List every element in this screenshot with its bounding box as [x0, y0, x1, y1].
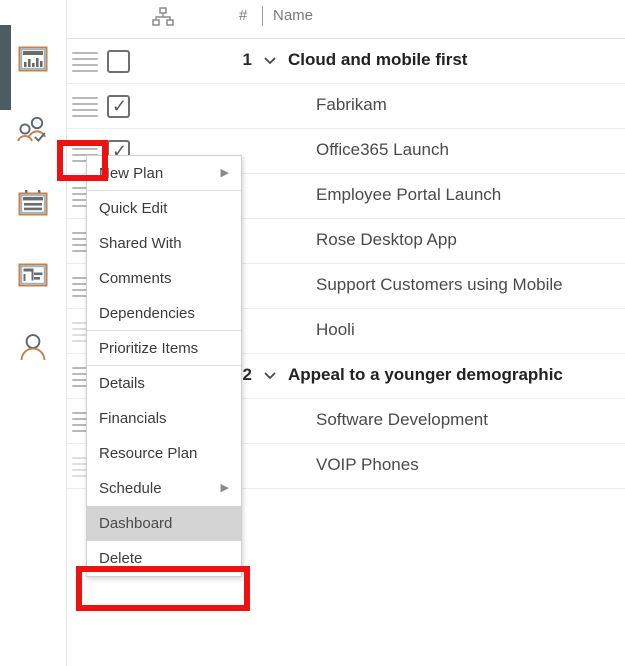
- menu-item-label: Quick Edit: [99, 200, 168, 217]
- row-name: Fabrikam: [316, 95, 387, 114]
- person-icon: [18, 332, 48, 362]
- menu-item-label: Shared With: [99, 235, 182, 252]
- row-checkbox[interactable]: ✓: [107, 95, 130, 118]
- menu-item-label: Delete: [99, 550, 143, 567]
- menu-item-resource-plan[interactable]: Resource Plan: [87, 436, 241, 471]
- menu-item-dashboard[interactable]: Dashboard: [87, 506, 241, 541]
- menu-item-dependencies[interactable]: Dependencies: [87, 296, 241, 331]
- app-rail: [0, 0, 67, 666]
- dashboard-chart-icon: [18, 46, 48, 72]
- sidebar-item-resources[interactable]: [0, 105, 66, 157]
- menu-item-shared-with[interactable]: Shared With: [87, 226, 241, 261]
- row-number: 1: [242, 50, 252, 69]
- chevron-down-icon[interactable]: [262, 52, 278, 73]
- calendar-icon: [18, 189, 48, 217]
- context-menu: New Plan ▶ Quick Edit Shared With Commen…: [86, 155, 242, 577]
- column-header-number[interactable]: #: [234, 7, 252, 24]
- chevron-down-icon[interactable]: [262, 367, 278, 388]
- grid-header: # Name: [66, 0, 625, 39]
- menu-item-details[interactable]: Details: [87, 366, 241, 401]
- menu-item-label: Dashboard: [99, 515, 173, 532]
- drag-handle[interactable]: [72, 52, 98, 72]
- gantt-board-icon: [18, 262, 48, 288]
- menu-item-schedule[interactable]: Schedule ▶: [87, 471, 241, 506]
- column-divider: [262, 6, 263, 26]
- table-row[interactable]: 1 Cloud and mobile first: [66, 39, 625, 84]
- people-check-icon: [16, 116, 50, 146]
- row-name: VOIP Phones: [316, 455, 419, 474]
- menu-item-label: Details: [99, 375, 145, 392]
- table-row[interactable]: ✓ Fabrikam: [66, 84, 625, 129]
- submenu-arrow-icon: ▶: [220, 482, 229, 494]
- row-name: Office365 Launch: [316, 140, 449, 159]
- menu-item-label: Dependencies: [99, 305, 195, 322]
- row-name: Appeal to a younger demographic: [288, 365, 563, 384]
- sidebar-item-plan-board[interactable]: [0, 249, 66, 301]
- menu-item-label: New Plan: [99, 165, 164, 182]
- row-name: Software Development: [316, 410, 488, 429]
- drag-handle[interactable]: [72, 97, 98, 117]
- menu-item-new-plan[interactable]: New Plan ▶: [87, 156, 241, 191]
- sidebar-item-dashboard[interactable]: [0, 33, 66, 85]
- menu-item-label: Schedule: [99, 480, 162, 497]
- menu-item-label: Comments: [99, 270, 172, 287]
- menu-item-comments[interactable]: Comments: [87, 261, 241, 296]
- menu-item-label: Financials: [99, 410, 167, 427]
- row-checkbox[interactable]: [107, 50, 130, 73]
- submenu-arrow-icon: ▶: [220, 167, 229, 179]
- sidebar-item-profile[interactable]: [0, 321, 66, 373]
- menu-item-label: Resource Plan: [99, 445, 198, 462]
- menu-item-delete[interactable]: Delete: [87, 541, 241, 576]
- row-name: Rose Desktop App: [316, 230, 457, 249]
- menu-item-financials[interactable]: Financials: [87, 401, 241, 436]
- row-name: Cloud and mobile first: [288, 50, 468, 69]
- row-name: Hooli: [316, 320, 355, 339]
- hierarchy-icon[interactable]: [152, 7, 174, 32]
- menu-item-prioritize-items[interactable]: Prioritize Items: [87, 331, 241, 366]
- column-header-name[interactable]: Name: [273, 7, 313, 24]
- sidebar-item-calendar[interactable]: [0, 177, 66, 229]
- menu-item-quick-edit[interactable]: Quick Edit: [87, 191, 241, 226]
- menu-item-label: Prioritize Items: [99, 340, 199, 357]
- row-name: Support Customers using Mobile: [316, 275, 563, 294]
- row-name: Employee Portal Launch: [316, 185, 502, 204]
